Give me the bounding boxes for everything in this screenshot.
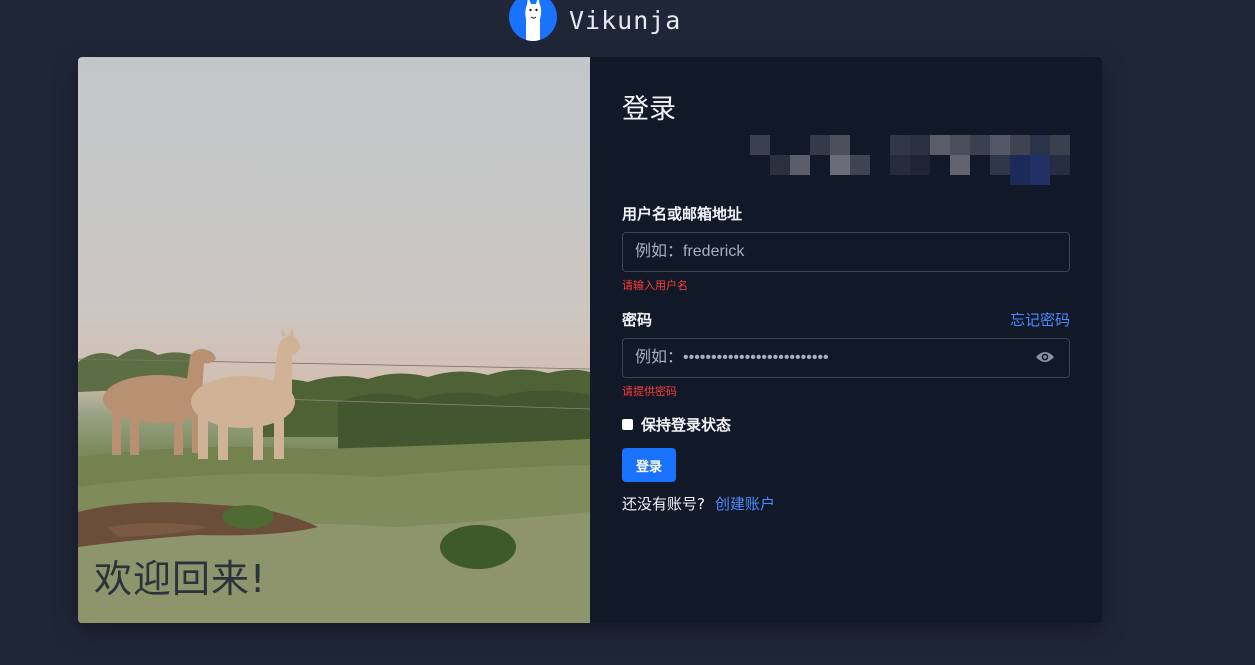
remember-label: 保持登录状态 <box>641 416 732 434</box>
login-button[interactable]: 登录 <box>622 448 676 482</box>
username-field[interactable] <box>622 232 1070 272</box>
forgot-password-link[interactable]: 忘记密码 <box>1010 309 1070 330</box>
welcome-heading: 欢迎回来! <box>94 557 267 601</box>
remember-checkbox[interactable] <box>622 419 633 430</box>
brand[interactable]: Vikunja <box>509 0 681 41</box>
login-form: 登录 用户名或邮箱地址 例如：frederick 请输入用户名 密码 忘记密码 … <box>590 57 1102 623</box>
brand-name: Vikunja <box>569 5 682 35</box>
eye-icon[interactable] <box>1035 349 1055 365</box>
login-card: 欢迎回来! 登录 用户名或邮箱地址 例如：frederick 请输入用户名 密码… <box>78 57 1102 623</box>
page-title: 登录 <box>622 94 676 125</box>
password-input[interactable] <box>623 339 1069 377</box>
welcome-photo: 欢迎回来! <box>78 57 590 623</box>
signup-prompt: 还没有账号? <box>622 495 705 513</box>
password-error: 请提供密码 <box>622 385 677 398</box>
password-label: 密码 <box>622 311 653 329</box>
username-label: 用户名或邮箱地址 <box>622 205 743 223</box>
username-error: 请输入用户名 <box>622 279 688 292</box>
llama-logo-icon <box>509 0 557 41</box>
password-field[interactable] <box>622 338 1070 378</box>
create-account-link[interactable]: 创建账户 <box>715 495 775 513</box>
username-input[interactable] <box>623 233 1069 271</box>
signup-row: 还没有账号? 创建账户 <box>622 493 775 514</box>
redacted-area <box>750 135 1070 185</box>
remember-me[interactable]: 保持登录状态 <box>622 414 731 435</box>
